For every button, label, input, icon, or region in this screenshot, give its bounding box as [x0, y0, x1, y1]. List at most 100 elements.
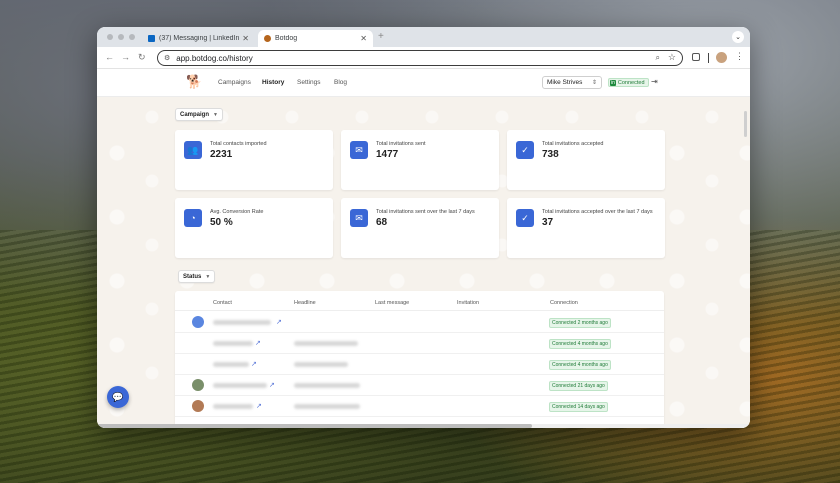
stat-value: 50 % [210, 217, 233, 228]
column-header[interactable]: Invitation [457, 300, 479, 306]
campaign-filter-label: Campaign [180, 111, 210, 118]
avatar [192, 316, 204, 328]
stat-card: ✉ Total invitations sent over the last 7… [341, 198, 499, 258]
table-row[interactable]: ↗ Connected 14 days ago [175, 396, 664, 417]
toolbar-divider [708, 53, 709, 63]
vertical-scrollbar[interactable] [744, 111, 747, 137]
botdog-logo-icon[interactable]: 🐕 [186, 74, 202, 90]
blurred-headline [294, 383, 360, 388]
table-row[interactable]: ↗ Connected 4 months ago [175, 354, 664, 375]
chat-support-button[interactable]: 💬 [107, 386, 129, 408]
stat-value: 738 [542, 149, 559, 160]
envelope-open-icon: ✉ [350, 141, 368, 159]
close-icon[interactable]: ✕ [242, 34, 249, 43]
check-circle-icon: ✓ [516, 209, 534, 227]
address-bar: ← → ↻ ⚙ app.botdog.co/history ⌕ ☆ ⋮ [97, 47, 750, 69]
stat-value: 2231 [210, 149, 233, 160]
close-icon[interactable]: ✕ [360, 34, 367, 43]
nav-settings[interactable]: Settings [297, 79, 321, 86]
blurred-headline [294, 341, 358, 346]
chevron-down-icon: ▼ [213, 111, 218, 118]
linkedin-icon [148, 35, 155, 42]
table-row[interactable]: ↗ Connected 2 months ago [175, 312, 664, 333]
minimize-window-dot[interactable] [118, 34, 124, 40]
browser-window: (37) Messaging | LinkedIn ✕ Botdog ✕ + ⌄… [97, 27, 750, 428]
logout-icon[interactable]: ⇥ [651, 77, 658, 86]
history-table: Contact Headline Last message Invitation… [175, 291, 664, 428]
envelope-open-icon: ✉ [350, 209, 368, 227]
bookmark-star-icon[interactable]: ☆ [668, 52, 676, 63]
user-select[interactable]: Mike Strives ⇕ [542, 76, 602, 89]
url-input[interactable]: ⚙ app.botdog.co/history ⌕ ☆ [157, 50, 683, 66]
reload-icon[interactable]: ↻ [138, 52, 146, 63]
chat-bubble-icon: 💬 [112, 391, 124, 402]
external-link-icon[interactable]: ↗ [269, 381, 275, 389]
stat-value: 37 [542, 217, 554, 228]
blurred-contact-name [213, 404, 253, 409]
stat-card: ◔ Avg. Conversion Rate 50 % [175, 198, 333, 258]
column-header[interactable]: Contact [213, 300, 232, 306]
status-filter-button[interactable]: Status ▼ [178, 270, 216, 283]
blurred-contact-name [213, 383, 267, 388]
column-header[interactable]: Headline [294, 300, 316, 306]
blurred-contact-name [213, 362, 249, 367]
stat-card: ✓ Total invitations accepted over the la… [507, 198, 665, 258]
blurred-headline [294, 362, 348, 367]
blurred-headline [294, 404, 360, 409]
stat-card: ✉ Total invitations sent 1477 [341, 130, 499, 190]
chevron-down-icon: ▼ [205, 273, 211, 280]
tab-search-chevron-icon[interactable]: ⌄ [732, 31, 744, 43]
profile-avatar[interactable] [716, 52, 727, 63]
external-link-icon[interactable]: ↗ [276, 318, 282, 326]
maximize-window-dot[interactable] [129, 34, 135, 40]
forward-arrow-icon[interactable]: → [121, 52, 130, 62]
kebab-menu-icon[interactable]: ⋮ [735, 51, 744, 62]
connection-badge: Connected 14 days ago [549, 402, 608, 412]
check-circle-icon: ✓ [516, 141, 534, 159]
tab-title: Botdog [275, 35, 298, 42]
blurred-contact-name [213, 320, 271, 325]
contacts-icon: 👥 [184, 141, 202, 159]
nav-campaigns[interactable]: Campaigns [218, 79, 251, 86]
external-link-icon[interactable]: ↗ [251, 360, 257, 368]
stat-value: 1477 [376, 149, 399, 160]
app-viewport: 🐕 Campaigns History Settings Blog Mike S… [97, 69, 750, 428]
table-row[interactable]: ↗ Connected 21 days ago [175, 375, 664, 396]
pie-chart-icon: ◔ [184, 209, 202, 227]
external-link-icon[interactable]: ↗ [256, 402, 262, 410]
nav-blog[interactable]: Blog [334, 79, 347, 86]
horizontal-scrollbar[interactable] [97, 424, 750, 428]
column-header[interactable]: Connection [550, 300, 578, 306]
connection-badge: Connected 4 months ago [549, 339, 611, 349]
connection-status-text: Connected [617, 79, 645, 86]
connection-badge: Connected 4 months ago [549, 360, 611, 370]
tab-bar: (37) Messaging | LinkedIn ✕ Botdog ✕ + ⌄ [97, 27, 750, 47]
stat-label: Total invitations accepted [542, 141, 604, 147]
connection-badge: Connected 21 days ago [549, 381, 608, 391]
zoom-icon[interactable]: ⌕ [656, 53, 660, 63]
stat-label: Total invitations accepted over the last… [542, 209, 653, 215]
stat-card: ✓ Total invitations accepted 738 [507, 130, 665, 190]
window-controls[interactable] [107, 34, 135, 40]
stat-label: Total contacts imported [210, 141, 267, 147]
campaign-filter-button[interactable]: Campaign ▼ [175, 108, 223, 121]
new-tab-icon[interactable]: + [378, 31, 384, 42]
extensions-icon[interactable] [692, 53, 700, 61]
linkedin-icon: in [610, 79, 616, 86]
tab-title: (37) Messaging | LinkedIn [159, 35, 240, 42]
scrollbar-thumb[interactable] [97, 424, 532, 428]
nav-history[interactable]: History [262, 79, 284, 86]
site-settings-icon[interactable]: ⚙ [164, 54, 170, 62]
stat-card: 👥 Total contacts imported 2231 [175, 130, 333, 190]
connection-badge: Connected 2 months ago [549, 318, 611, 328]
tab-linkedin[interactable]: (37) Messaging | LinkedIn ✕ [142, 30, 255, 47]
column-header[interactable]: Last message [375, 300, 409, 306]
table-row[interactable]: ↗ Connected 4 months ago [175, 333, 664, 354]
tab-botdog[interactable]: Botdog ✕ [258, 30, 373, 47]
close-window-dot[interactable] [107, 34, 113, 40]
avatar [192, 400, 204, 412]
back-arrow-icon[interactable]: ← [105, 52, 114, 62]
external-link-icon[interactable]: ↗ [255, 339, 261, 347]
blurred-contact-name [213, 341, 253, 346]
url-text: app.botdog.co/history [176, 53, 253, 63]
